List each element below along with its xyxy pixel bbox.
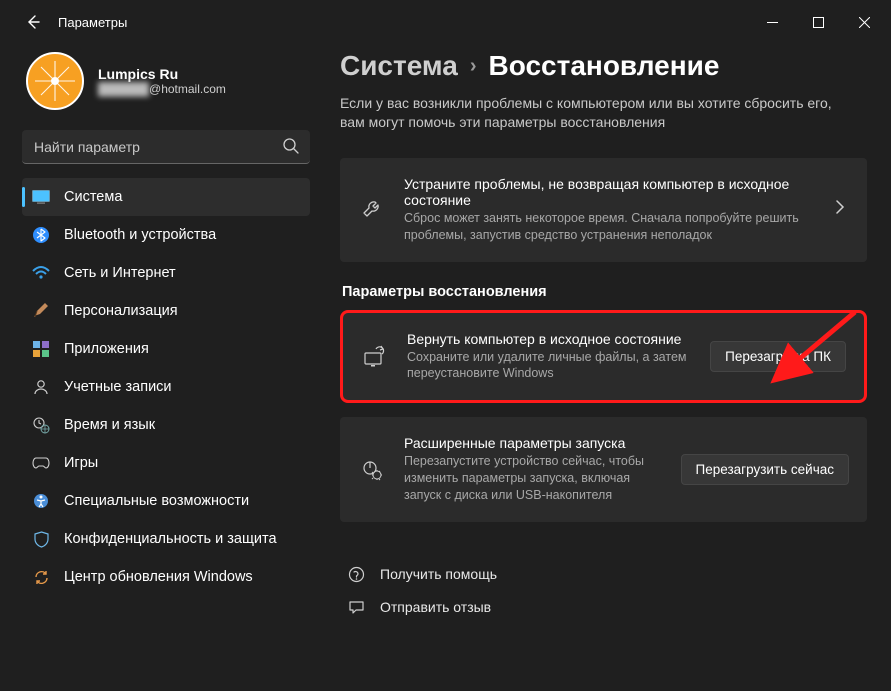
- sidebar-item-label: Сеть и Интернет: [64, 265, 176, 281]
- sidebar-item-label: Конфиденциальность и защита: [64, 531, 277, 547]
- sidebar-item-label: Время и язык: [64, 417, 155, 433]
- card-title: Вернуть компьютер в исходное состояние: [407, 331, 692, 347]
- window-controls: [749, 6, 887, 38]
- avatar: [26, 52, 84, 110]
- restart-now-button[interactable]: Перезагрузить сейчас: [681, 454, 849, 485]
- minimize-icon: [767, 17, 778, 28]
- sidebar-item-label: Учетные записи: [64, 379, 172, 395]
- avatar-orange-icon: [33, 59, 77, 103]
- card-troubleshoot[interactable]: Устраните проблемы, не возвращая компьют…: [340, 158, 867, 262]
- person-icon: [32, 378, 50, 396]
- reset-pc-icon: [361, 345, 389, 367]
- wifi-icon: [32, 264, 50, 282]
- power-gear-icon: [358, 459, 386, 481]
- breadcrumb: Система › Восстановление: [340, 50, 867, 82]
- maximize-button[interactable]: [795, 6, 841, 38]
- user-name: Lumpics Ru: [98, 66, 226, 82]
- page-intro: Если у вас возникли проблемы с компьютер…: [340, 94, 860, 132]
- window-title: Параметры: [58, 15, 127, 30]
- help-icon: [346, 566, 366, 583]
- close-icon: [859, 17, 870, 28]
- sidebar-item-time-language[interactable]: Время и язык: [22, 406, 310, 444]
- accessibility-icon: [32, 492, 50, 510]
- clock-globe-icon: [32, 416, 50, 434]
- sidebar-item-label: Персонализация: [64, 303, 178, 319]
- sidebar-item-accounts[interactable]: Учетные записи: [22, 368, 310, 406]
- sidebar: Lumpics Ru ██████@hotmail.com Система Bl…: [0, 44, 320, 691]
- chevron-right-icon: ›: [470, 55, 477, 78]
- sidebar-item-gaming[interactable]: Игры: [22, 444, 310, 482]
- search-input[interactable]: [22, 130, 310, 164]
- bluetooth-icon: [32, 226, 50, 244]
- sidebar-item-label: Центр обновления Windows: [64, 569, 253, 585]
- reset-pc-button[interactable]: Перезагрузка ПК: [710, 341, 846, 372]
- give-feedback-link[interactable]: Отправить отзыв: [340, 591, 867, 624]
- main-panel: Система › Восстановление Если у вас возн…: [320, 44, 891, 691]
- section-recovery-title: Параметры восстановления: [342, 284, 867, 300]
- titlebar: Параметры: [0, 0, 891, 44]
- chevron-right-icon: [831, 200, 849, 219]
- maximize-icon: [813, 17, 824, 28]
- card-sub: Сброс может занять некоторое время. Снач…: [404, 210, 813, 244]
- link-label: Отправить отзыв: [380, 599, 491, 615]
- gamepad-icon: [32, 454, 50, 472]
- sidebar-item-label: Bluetooth и устройства: [64, 227, 216, 243]
- search-icon: [282, 137, 300, 160]
- sidebar-item-label: Игры: [64, 455, 98, 471]
- sidebar-item-privacy[interactable]: Конфиденциальность и защита: [22, 520, 310, 558]
- feedback-icon: [346, 599, 366, 616]
- close-button[interactable]: [841, 6, 887, 38]
- card-sub: Перезапустите устройство сейчас, чтобы и…: [404, 453, 663, 504]
- shield-icon: [32, 530, 50, 548]
- user-email: ██████@hotmail.com: [98, 82, 226, 96]
- sidebar-item-label: Приложения: [64, 341, 149, 357]
- wrench-icon: [358, 199, 386, 221]
- sidebar-item-bluetooth[interactable]: Bluetooth и устройства: [22, 216, 310, 254]
- breadcrumb-root[interactable]: Система: [340, 50, 458, 82]
- card-sub: Сохраните или удалите личные файлы, а за…: [407, 349, 692, 383]
- card-title: Устраните проблемы, не возвращая компьют…: [404, 176, 813, 208]
- sidebar-item-system[interactable]: Система: [22, 178, 310, 216]
- arrow-left-icon: [25, 14, 41, 30]
- monitor-icon: [32, 188, 50, 206]
- brush-icon: [32, 302, 50, 320]
- link-label: Получить помощь: [380, 566, 497, 582]
- sidebar-item-windows-update[interactable]: Центр обновления Windows: [22, 558, 310, 596]
- sidebar-item-label: Система: [64, 189, 122, 205]
- sidebar-item-apps[interactable]: Приложения: [22, 330, 310, 368]
- sidebar-item-network[interactable]: Сеть и Интернет: [22, 254, 310, 292]
- sidebar-item-personalization[interactable]: Персонализация: [22, 292, 310, 330]
- apps-icon: [32, 340, 50, 358]
- breadcrumb-current: Восстановление: [489, 50, 720, 82]
- back-button[interactable]: [18, 7, 48, 37]
- nav-list: Система Bluetooth и устройства Сеть и Ин…: [22, 178, 310, 596]
- sidebar-item-label: Специальные возможности: [64, 493, 249, 509]
- sidebar-item-accessibility[interactable]: Специальные возможности: [22, 482, 310, 520]
- search-box: [22, 130, 310, 164]
- card-reset-pc: Вернуть компьютер в исходное состояние С…: [340, 310, 867, 404]
- get-help-link[interactable]: Получить помощь: [340, 558, 867, 591]
- card-advanced-startup: Расширенные параметры запуска Перезапуст…: [340, 417, 867, 522]
- minimize-button[interactable]: [749, 6, 795, 38]
- card-title: Расширенные параметры запуска: [404, 435, 663, 451]
- sync-icon: [32, 568, 50, 586]
- user-block[interactable]: Lumpics Ru ██████@hotmail.com: [22, 44, 310, 130]
